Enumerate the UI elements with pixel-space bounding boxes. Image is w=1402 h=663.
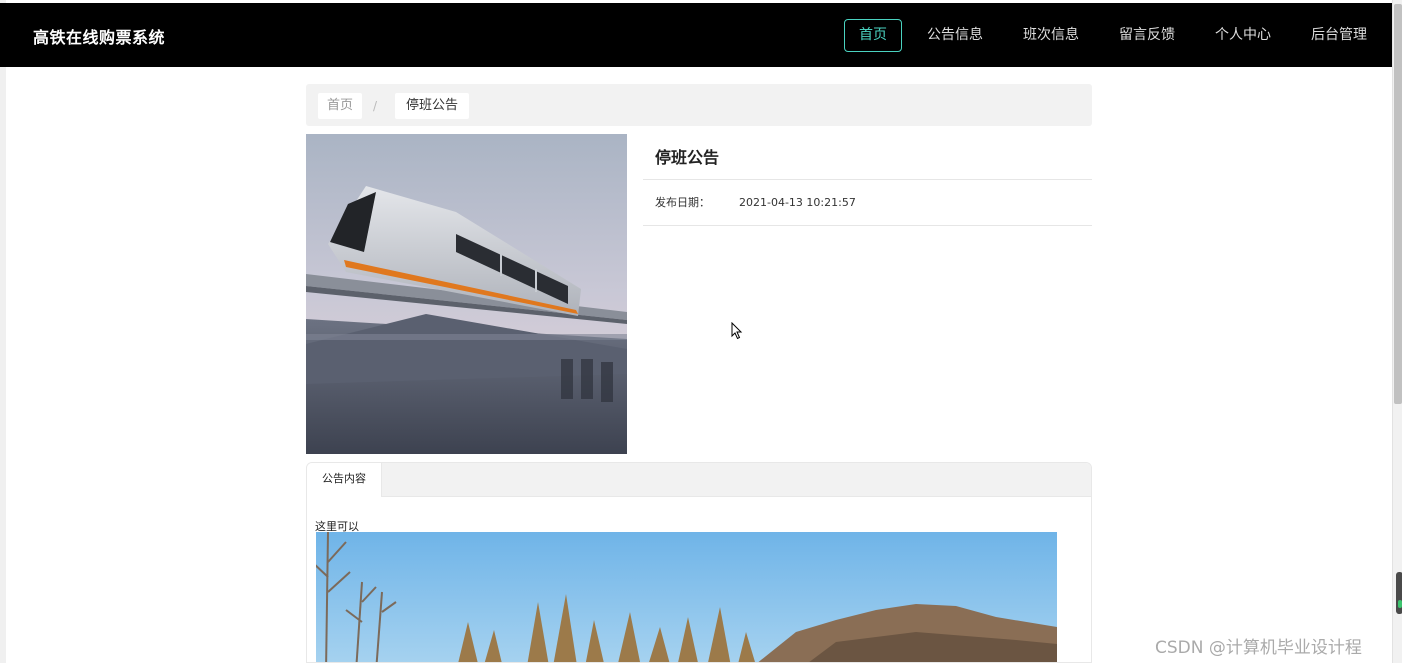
notice-title: 停班公告	[643, 134, 1092, 180]
top-navbar: 高铁在线购票系统 首页 公告信息 班次信息 留言反馈 个人中心 后台管理	[0, 3, 1392, 67]
breadcrumb-current: 停班公告	[395, 93, 470, 119]
site-brand[interactable]: 高铁在线购票系统	[33, 24, 165, 48]
publish-date-row: 发布日期： 2021-04-13 10:21:57	[643, 180, 1092, 226]
tab-notice-content[interactable]: 公告内容	[307, 463, 382, 497]
nav-personal-center[interactable]: 个人中心	[1200, 19, 1286, 52]
publish-date-label: 发布日期：	[655, 196, 710, 209]
breadcrumb-separator: /	[373, 99, 378, 113]
forest-image	[316, 532, 1057, 662]
nav-announcements[interactable]: 公告信息	[912, 19, 998, 52]
notice-cover-image	[306, 134, 627, 454]
nav-feedback[interactable]: 留言反馈	[1104, 19, 1190, 52]
main-nav: 首页 公告信息 班次信息 留言反馈 个人中心 后台管理	[844, 19, 1392, 52]
train-image	[306, 134, 627, 454]
floating-widget-indicator	[1398, 600, 1402, 608]
tab-bar: 公告内容	[307, 463, 1091, 497]
notice-info-panel: 停班公告 发布日期： 2021-04-13 10:21:57	[643, 134, 1092, 226]
nav-schedules[interactable]: 班次信息	[1008, 19, 1094, 52]
notice-tabs: 公告内容 这里可以	[306, 462, 1092, 663]
scrollbar-thumb[interactable]	[1394, 4, 1402, 404]
notice-content-image	[316, 532, 1057, 662]
breadcrumb-home-link[interactable]: 首页	[318, 93, 363, 119]
vertical-scrollbar[interactable]	[1392, 0, 1402, 663]
nav-home[interactable]: 首页	[844, 19, 902, 52]
publish-date-value: 2021-04-13 10:21:57	[739, 196, 856, 209]
csdn-watermark: CSDN @计算机毕业设计程	[1155, 638, 1362, 658]
window-left-edge	[0, 0, 6, 663]
mouse-cursor-icon	[731, 321, 743, 344]
breadcrumb: 首页 / 停班公告	[306, 84, 1092, 126]
nav-admin[interactable]: 后台管理	[1296, 19, 1382, 52]
